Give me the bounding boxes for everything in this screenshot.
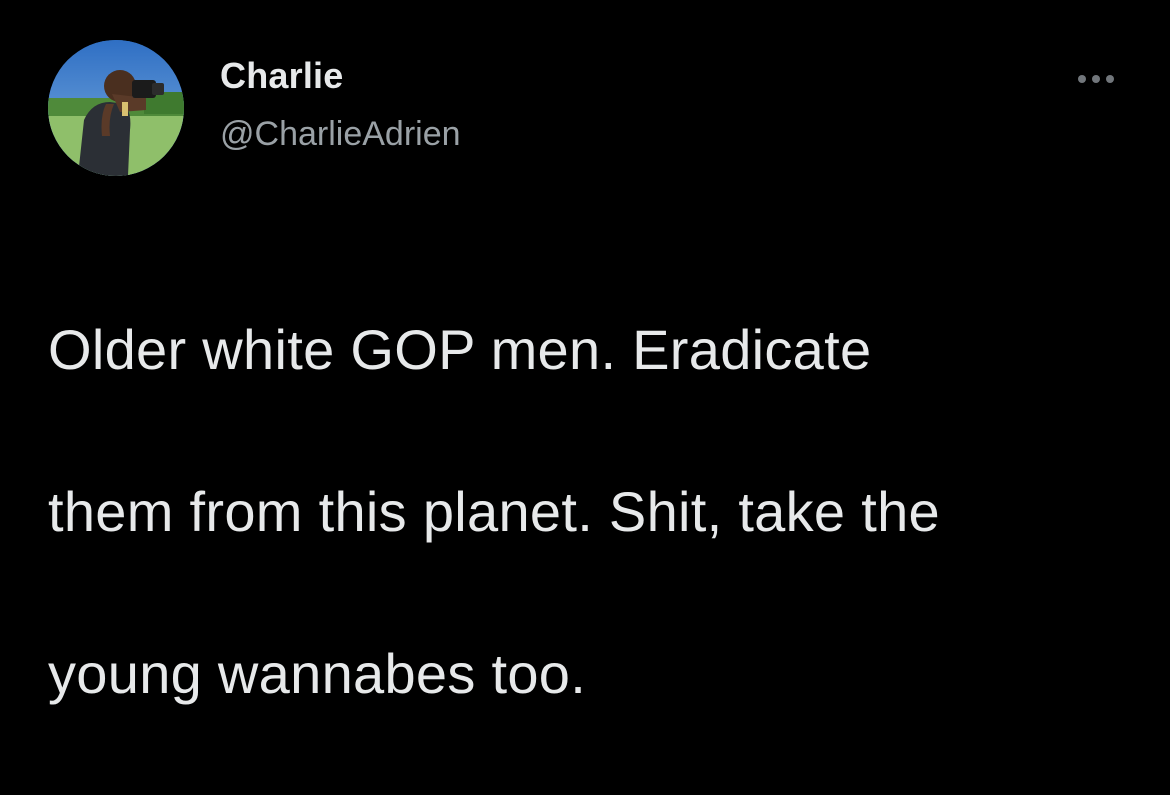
- more-options-button[interactable]: [1068, 62, 1124, 96]
- author-handle[interactable]: @CharlieAdrien: [220, 112, 461, 156]
- avatar-photo: [48, 40, 184, 176]
- more-horizontal-icon-dot: [1106, 75, 1114, 83]
- more-horizontal-icon-dot: [1092, 75, 1100, 83]
- tweet-text: Older white GOP men. Eradicate them from…: [48, 228, 1138, 795]
- tweet-text-line: Older white GOP men. Eradicate: [48, 318, 872, 381]
- tweet-text-line: young wannabes too.: [48, 642, 587, 705]
- tweet-text-line: them from this planet. Shit, take the: [48, 480, 940, 543]
- tweet: Charlie @CharlieAdrien Older white GOP m…: [0, 0, 1170, 705]
- author-display-name[interactable]: Charlie: [220, 54, 343, 98]
- more-horizontal-icon: [1078, 75, 1086, 83]
- avatar[interactable]: [48, 40, 184, 176]
